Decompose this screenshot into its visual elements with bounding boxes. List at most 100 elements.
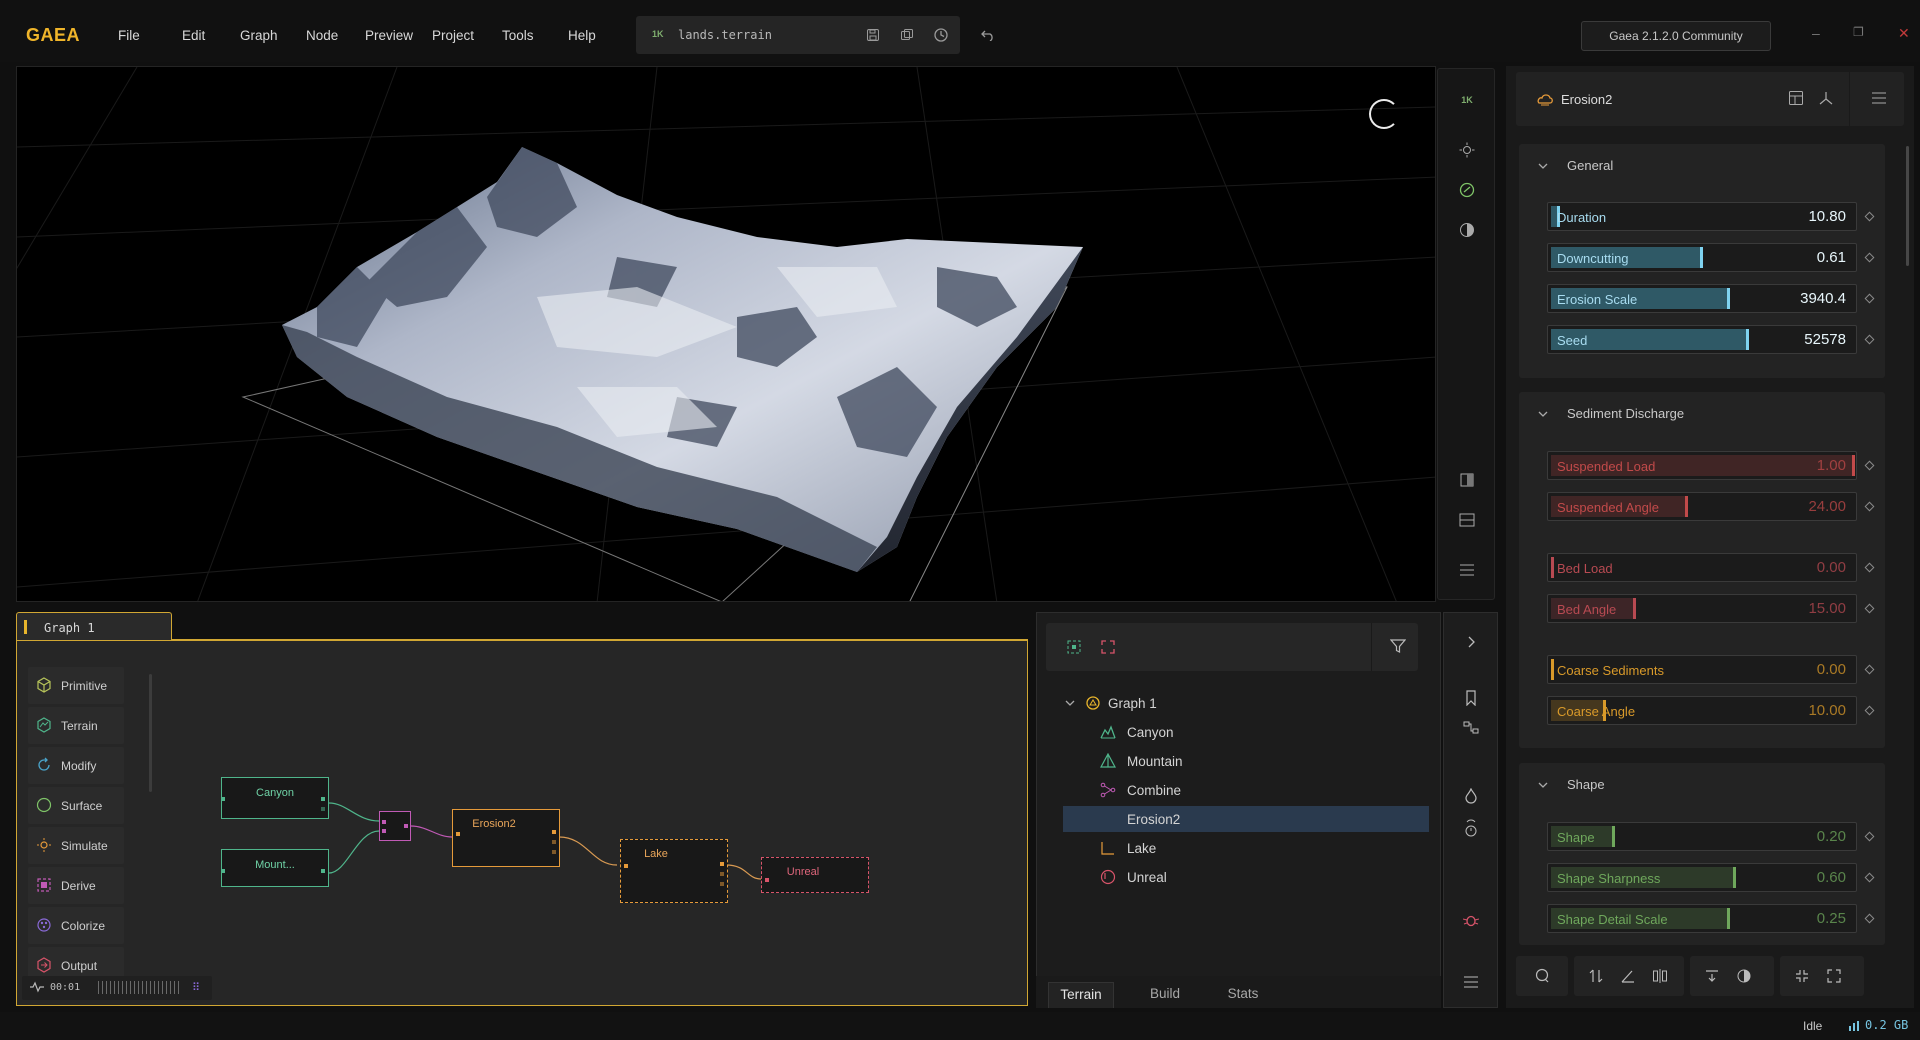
library-item-surface[interactable]: Surface [28,787,124,824]
output-port[interactable] [552,830,556,834]
menu-preview[interactable]: Preview [365,28,413,43]
menu-edit[interactable]: Edit [182,28,205,43]
input-port[interactable] [382,820,386,824]
node-canyon[interactable]: Canyon [221,777,329,819]
tree-item-combine[interactable]: Combine [1063,777,1429,803]
slider-value[interactable]: 0.20 [1817,828,1846,845]
slider-bed-load[interactable]: Bed Load 0.00 [1547,553,1857,582]
file-name[interactable]: lands.terrain [678,28,772,42]
compare-icon[interactable] [1458,471,1476,489]
slider-handle[interactable] [1727,288,1730,309]
node-combine[interactable] [379,811,411,841]
library-item-terrain[interactable]: Terrain [28,707,124,744]
slider-handle[interactable] [1727,908,1730,929]
output-port[interactable] [720,872,724,876]
library-item-derive[interactable]: Derive [28,867,124,904]
viewport-resolution-button[interactable]: 1K [1458,91,1476,109]
output-port[interactable] [321,797,325,801]
slider-duration[interactable]: Duration 10.80 [1547,202,1857,231]
drag-handle-icon[interactable]: ⠿ [192,981,200,994]
library-item-colorize[interactable]: Colorize [28,907,124,944]
angle-icon[interactable] [1620,968,1636,987]
contrast-icon[interactable] [1736,968,1752,987]
node-title[interactable]: Erosion2 [1561,92,1612,107]
chevron-down-icon[interactable] [1537,408,1549,420]
autosave-icon[interactable] [932,26,950,44]
lasso-icon[interactable] [1534,968,1550,987]
output-port[interactable] [552,850,556,854]
tab-graph-1[interactable]: Graph 1 [16,612,172,640]
slider-value[interactable]: 0.60 [1817,869,1846,886]
slider-value[interactable]: 0.61 [1817,249,1846,266]
section-sediment-title[interactable]: Sediment Discharge [1567,406,1684,421]
slider-shape-sharpness[interactable]: Shape Sharpness 0.60 [1547,863,1857,892]
3d-viewport[interactable] [16,66,1436,602]
node-unreal[interactable]: Unreal [761,857,869,893]
slider-coarse-angle[interactable]: Coarse Angle 10.00 [1547,696,1857,725]
input-port[interactable] [624,864,628,868]
slider-value[interactable]: 10.00 [1808,702,1846,719]
slider-bed-angle[interactable]: Bed Angle 15.00 [1547,594,1857,623]
timer-icon[interactable] [1462,819,1480,837]
collapse-icon[interactable] [1704,968,1720,987]
tree-item-lake[interactable]: Lake [1063,835,1429,861]
slider-handle[interactable] [1852,455,1855,476]
save-icon[interactable] [864,26,882,44]
minimize-icon[interactable]: – [1812,25,1820,41]
node-mountain[interactable]: Mount... [221,849,329,887]
viewport-menu-icon[interactable] [1458,561,1476,579]
slider-value[interactable]: 15.00 [1808,600,1846,617]
output-port[interactable] [321,807,325,811]
input-port[interactable] [221,797,225,801]
slider-suspended-angle[interactable]: Suspended Angle 24.00 [1547,492,1857,521]
slider-suspended-load[interactable]: Suspended Load 1.00 [1547,451,1857,480]
chevron-down-icon[interactable] [1537,160,1549,172]
fullscreen-icon[interactable] [1826,968,1842,987]
slider-handle[interactable] [1685,496,1688,517]
tab-stats[interactable]: Stats [1210,982,1276,1008]
library-scrollbar[interactable] [149,674,152,792]
slider-shape[interactable]: Shape 0.20 [1547,822,1857,851]
restore-icon[interactable]: ❐ [1853,25,1864,39]
undo-icon[interactable] [979,26,997,44]
slider-value[interactable]: 0.25 [1817,910,1846,927]
slider-handle[interactable] [1612,826,1615,847]
chevron-down-icon[interactable] [1063,696,1079,712]
slider-value[interactable]: 10.80 [1808,208,1846,225]
output-port[interactable] [720,862,724,866]
menu-help[interactable]: Help [568,28,596,43]
select-all-icon[interactable] [1066,639,1082,658]
version-button[interactable]: Gaea 2.1.2.0 Community [1581,21,1771,51]
slider-value[interactable]: 1.00 [1817,457,1846,474]
shading-icon[interactable] [1458,221,1476,239]
section-general-title[interactable]: General [1567,158,1613,173]
chevron-down-icon[interactable] [1537,779,1549,791]
slider-value[interactable]: 3940.4 [1800,290,1846,307]
output-port[interactable] [552,840,556,844]
copy-icon[interactable] [898,26,916,44]
menu-tools[interactable]: Tools [502,28,534,43]
library-item-modify[interactable]: Modify [28,747,124,784]
light-icon[interactable] [1458,141,1476,159]
tree-item-erosion2[interactable]: Erosion2 [1063,806,1429,832]
tree-item-canyon[interactable]: Canyon [1063,719,1429,745]
slider-downcutting[interactable]: Downcutting 0.61 [1547,243,1857,272]
slider-coarse-sediments[interactable]: Coarse Sediments 0.00 [1547,655,1857,684]
preview-icon[interactable] [1788,90,1804,109]
slider-value[interactable]: 52578 [1804,331,1846,348]
axis-icon[interactable] [1818,90,1834,109]
input-port[interactable] [382,829,386,833]
output-port[interactable] [404,824,408,828]
node-erosion2[interactable]: Erosion2 [452,809,560,867]
slider-value[interactable]: 24.00 [1808,498,1846,515]
flame-icon[interactable] [1462,787,1480,805]
node-lake[interactable]: Lake [620,839,728,903]
slider-handle[interactable] [1551,659,1554,680]
chevron-right-icon[interactable] [1462,633,1480,651]
tab-terrain[interactable]: Terrain [1048,982,1114,1008]
graph-editor[interactable]: Canyon Mount... Erosion2 Lake Unreal [16,640,1028,1006]
filter-icon[interactable] [1389,638,1407,657]
output-port[interactable] [321,869,325,873]
mirror-icon[interactable] [1652,968,1668,987]
slider-handle[interactable] [1700,247,1703,268]
